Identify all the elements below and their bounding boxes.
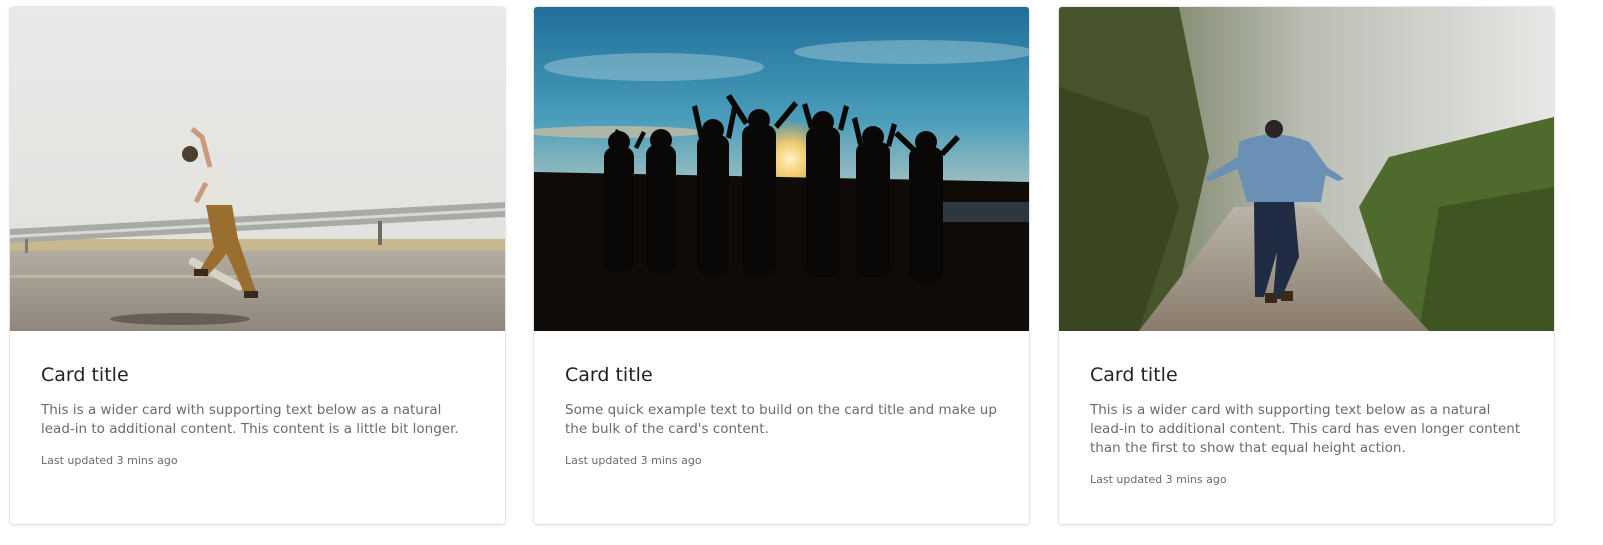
- card-text: Some quick example text to build on the …: [565, 402, 997, 437]
- card: Card title This is a wider card with sup…: [1059, 7, 1554, 524]
- card-deck: Card title This is a wider card with sup…: [0, 0, 1603, 545]
- card-title: Card title: [1090, 364, 1178, 386]
- card-title: Card title: [565, 364, 653, 386]
- card-text: This is a wider card with supporting tex…: [41, 402, 459, 437]
- card-body: Card title Some quick example text to bu…: [534, 331, 1029, 468]
- card-image-foggy-path: [1059, 7, 1554, 331]
- card-image-sunset-group: [534, 7, 1029, 331]
- card-body: Card title This is a wider card with sup…: [1059, 331, 1554, 487]
- card-body: Card title This is a wider card with sup…: [10, 331, 505, 468]
- card-image-skateboarder: [10, 7, 505, 331]
- card-text: This is a wider card with supporting tex…: [1090, 402, 1521, 456]
- card: Card title Some quick example text to bu…: [534, 7, 1029, 524]
- card-title: Card title: [41, 364, 129, 386]
- card-updated-text: Last updated 3 mins ago: [1090, 473, 1227, 486]
- card-updated-text: Last updated 3 mins ago: [41, 454, 178, 467]
- card-updated-text: Last updated 3 mins ago: [565, 454, 702, 467]
- card: Card title This is a wider card with sup…: [10, 7, 505, 524]
